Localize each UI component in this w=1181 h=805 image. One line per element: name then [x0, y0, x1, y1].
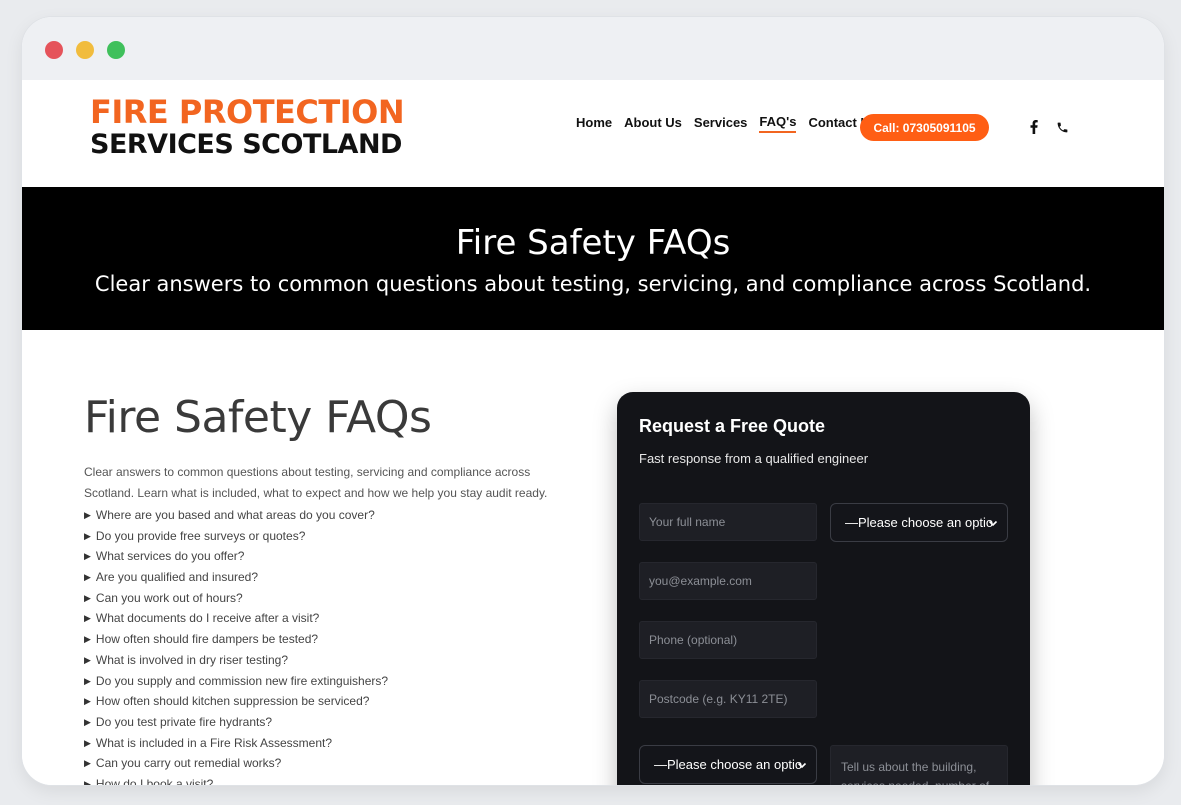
disclosure-triangle-icon: ▶ — [84, 551, 91, 562]
hero-banner: Fire Safety FAQs Clear answers to common… — [22, 187, 1164, 330]
faq-item[interactable]: ▶ Do you supply and commission new fire e… — [84, 671, 388, 692]
faq-question: What documents do I receive after a visi… — [95, 611, 320, 626]
faq-item[interactable]: ▶ Where are you based and what areas do y… — [84, 505, 388, 526]
property-type-select-value: —Please choose an optio — [654, 757, 803, 772]
disclosure-triangle-icon: ▶ — [84, 675, 91, 686]
faq-item[interactable]: ▶ Do you test private fire hydrants? — [84, 712, 388, 733]
faq-item[interactable]: ▶ Can you carry out remedial works? — [84, 753, 388, 774]
nav-faqs[interactable]: FAQ's — [759, 114, 797, 133]
faq-question: Can you carry out remedial works? — [95, 756, 282, 771]
faq-item[interactable]: ▶ What is included in a Fire Risk Assessm… — [84, 733, 388, 754]
hero-title: Fire Safety FAQs — [455, 223, 731, 263]
disclosure-triangle-icon: ▶ — [84, 758, 91, 769]
quote-form-title: Request a Free Quote — [639, 416, 826, 436]
disclosure-triangle-icon: ▶ — [84, 530, 91, 541]
disclosure-triangle-icon: ▶ — [84, 634, 91, 645]
faq-question: How often should fire dampers be tested? — [95, 632, 319, 647]
disclosure-triangle-icon: ▶ — [84, 778, 91, 785]
phone-input[interactable]: Phone (optional) — [639, 621, 817, 659]
faq-item[interactable]: ▶ Do you provide free surveys or quotes? — [84, 526, 388, 547]
property-type-select[interactable]: —Please choose an optio — [639, 745, 817, 784]
message-textarea[interactable]: Tell us about the building, services nee… — [830, 745, 1008, 785]
disclosure-triangle-icon: ▶ — [84, 510, 91, 520]
faq-item[interactable]: ▶ How often should fire dampers be tested… — [84, 629, 388, 650]
faq-question: Do you test private fire hydrants? — [95, 714, 273, 729]
faq-item[interactable]: ▶ What is involved in dry riser testing? — [84, 650, 388, 671]
email-input[interactable]: you@example.com — [639, 562, 817, 600]
disclosure-triangle-icon: ▶ — [84, 654, 91, 665]
window-chrome — [22, 17, 1164, 80]
phone-icon[interactable] — [1053, 118, 1071, 136]
faq-question: Are you qualified and insured? — [95, 570, 259, 585]
faq-item[interactable]: ▶ Can you work out of hours? — [84, 588, 388, 609]
facebook-icon[interactable] — [1025, 118, 1043, 136]
nav-services[interactable]: Services — [694, 115, 748, 132]
logo-line-1: FIRE PROTECTION — [90, 93, 405, 131]
hero-subtitle: Clear answers to common questions about … — [94, 272, 1092, 296]
call-button[interactable]: Call: 07305091105 — [860, 114, 989, 141]
disclosure-triangle-icon: ▶ — [84, 696, 91, 707]
disclosure-triangle-icon: ▶ — [84, 716, 91, 727]
main-content: Fire Safety FAQs Clear answers to common… — [22, 330, 1164, 785]
faq-item[interactable]: ▶ How often should kitchen suppression be… — [84, 691, 388, 712]
service-select-value: —Please choose an optio — [845, 515, 994, 530]
disclosure-triangle-icon: ▶ — [84, 572, 91, 583]
faq-item[interactable]: ▶ What documents do I receive after a vis… — [84, 608, 388, 629]
full-name-input[interactable]: Your full name — [639, 503, 817, 541]
disclosure-triangle-icon: ▶ — [84, 592, 91, 603]
site-header: FIRE PROTECTION SERVICES SCOTLAND Home A… — [22, 80, 1164, 187]
faq-question: How do I book a visit? — [95, 776, 214, 785]
faq-question: What is included in a Fire Risk Assessme… — [95, 735, 333, 750]
nav-about-us[interactable]: About Us — [624, 115, 682, 132]
disclosure-triangle-icon: ▶ — [84, 613, 91, 624]
chevron-down-icon — [797, 762, 807, 768]
main-nav: Home About Us Services FAQ's Contact Us — [576, 114, 889, 133]
minimize-window-dot[interactable] — [76, 41, 94, 59]
faq-heading: Fire Safety FAQs — [84, 392, 432, 443]
site-logo[interactable]: FIRE PROTECTION SERVICES SCOTLAND — [90, 93, 405, 161]
faq-list: ▶ Where are you based and what areas do y… — [84, 505, 388, 785]
maximize-window-dot[interactable] — [107, 41, 125, 59]
quote-form-card: Request a Free Quote Fast response from … — [617, 392, 1030, 785]
nav-home[interactable]: Home — [576, 115, 612, 132]
faq-item[interactable]: ▶ Are you qualified and insured? — [84, 567, 388, 588]
service-select[interactable]: —Please choose an optio — [830, 503, 1008, 542]
faq-question: Where are you based and what areas do yo… — [95, 508, 375, 522]
faq-question: What services do you offer? — [95, 549, 245, 564]
faq-question: Do you supply and commission new fire ex… — [95, 673, 389, 688]
faq-question: Do you provide free surveys or quotes? — [95, 528, 306, 543]
disclosure-triangle-icon: ▶ — [84, 737, 91, 748]
faq-question: Can you work out of hours? — [95, 590, 243, 605]
faq-question: How often should kitchen suppression be … — [95, 694, 370, 709]
faq-item[interactable]: ▶ What services do you offer? — [84, 546, 388, 567]
close-window-dot[interactable] — [45, 41, 63, 59]
logo-line-2: SERVICES SCOTLAND — [90, 129, 402, 160]
faq-question: What is involved in dry riser testing? — [95, 652, 288, 667]
quote-form-subtitle: Fast response from a qualified engineer — [639, 451, 869, 466]
faq-intro: Clear answers to common questions about … — [84, 465, 548, 500]
postcode-input[interactable]: Postcode (e.g. KY11 2TE) — [639, 680, 817, 718]
faq-item[interactable]: ▶ How do I book a visit? — [84, 774, 388, 785]
browser-window: FIRE PROTECTION SERVICES SCOTLAND Home A… — [22, 17, 1164, 785]
chevron-down-icon — [988, 520, 998, 526]
